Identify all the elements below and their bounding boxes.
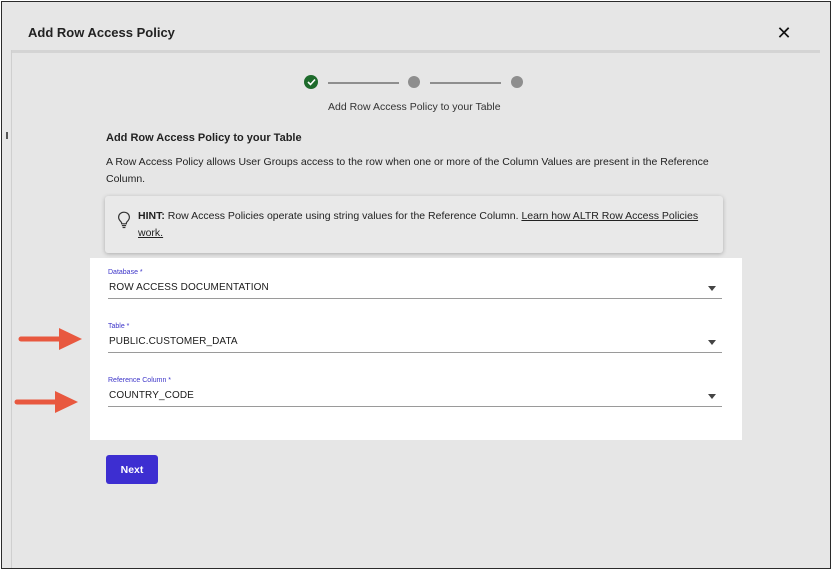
next-button[interactable]: Next <box>106 455 158 484</box>
reference-column-value[interactable]: COUNTRY_CODE <box>109 390 194 401</box>
table-label: Table * <box>108 323 130 330</box>
chevron-down-icon[interactable] <box>708 340 716 345</box>
step-1-completed <box>304 75 318 89</box>
check-icon <box>306 78 316 86</box>
database-value[interactable]: ROW ACCESS DOCUMENTATION <box>109 282 269 293</box>
lightbulb-icon <box>117 211 131 229</box>
chevron-down-icon[interactable] <box>708 394 716 399</box>
reference-column-select[interactable]: Reference Column * COUNTRY_CODE <box>108 377 722 407</box>
divider <box>11 50 12 568</box>
table-value[interactable]: PUBLIC.CUSTOMER_DATA <box>109 336 238 347</box>
step-2-pending <box>408 76 420 88</box>
database-select[interactable]: Database * ROW ACCESS DOCUMENTATION <box>108 269 722 299</box>
chevron-down-icon[interactable] <box>708 286 716 291</box>
hint-text: HINT: Row Access Policies operate using … <box>138 208 713 242</box>
close-icon[interactable]: ✕ <box>776 23 791 43</box>
hint-message: Row Access Policies operate using string… <box>164 210 522 222</box>
step-connector <box>328 82 399 84</box>
dialog: Add Row Access Policy ✕ Add Row Access P… <box>1 1 831 569</box>
step-3-pending <box>511 76 523 88</box>
stepper <box>304 75 524 91</box>
section-description: A Row Access Policy allows User Groups a… <box>106 156 709 185</box>
reference-column-label: Reference Column * <box>108 377 172 384</box>
annotation-arrow-icon <box>18 328 82 350</box>
divider <box>6 132 8 139</box>
close-button[interactable]: ✕ <box>776 23 792 43</box>
section-title: Add Row Access Policy to your Table <box>106 132 302 144</box>
header-divider <box>12 50 820 53</box>
table-select[interactable]: Table * PUBLIC.CUSTOMER_DATA <box>108 323 722 353</box>
dialog-title: Add Row Access Policy <box>28 25 175 40</box>
hint-box: HINT: Row Access Policies operate using … <box>105 196 723 253</box>
step-caption: Add Row Access Policy to your Table <box>328 101 501 113</box>
step-connector <box>430 82 501 84</box>
annotation-arrow-icon <box>14 391 78 413</box>
hint-label: HINT: <box>138 210 165 222</box>
database-label: Database * <box>108 269 143 276</box>
form-panel: Database * ROW ACCESS DOCUMENTATION Tabl… <box>90 258 742 440</box>
